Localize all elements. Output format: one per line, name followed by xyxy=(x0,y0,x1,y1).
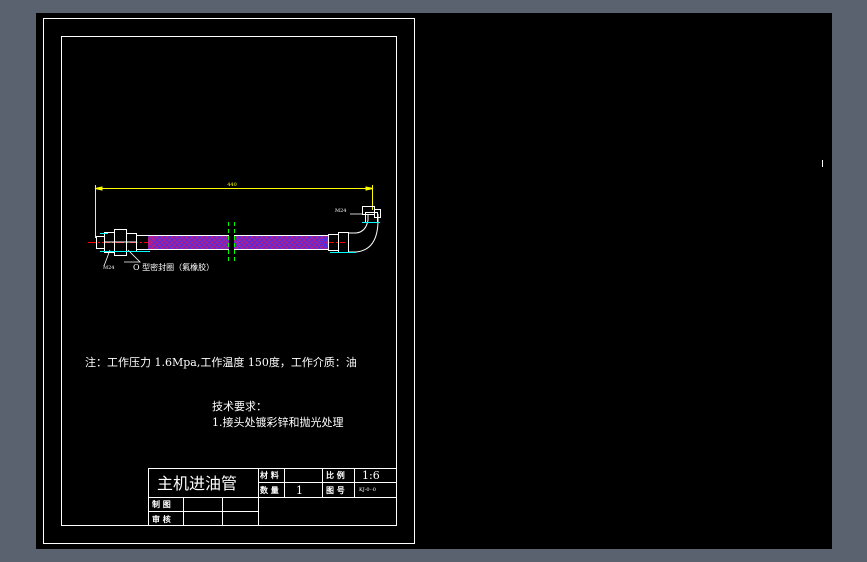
material-label: 材 料 xyxy=(260,470,279,480)
scale-value: 1:6 xyxy=(362,469,380,482)
drawing-no-label: 图 号 xyxy=(326,485,345,495)
quantity-value: 1 xyxy=(296,484,303,497)
quantity-label: 数 量 xyxy=(260,485,279,495)
scale-label: 比 例 xyxy=(326,470,345,480)
drawn-by-label: 制 图 xyxy=(152,499,171,509)
part-name: 主机进油管 xyxy=(157,474,238,493)
title-block-grid xyxy=(148,468,397,526)
checked-by-label: 审 核 xyxy=(152,514,171,524)
drawing-no-value: KJ-0··0 xyxy=(359,487,376,493)
